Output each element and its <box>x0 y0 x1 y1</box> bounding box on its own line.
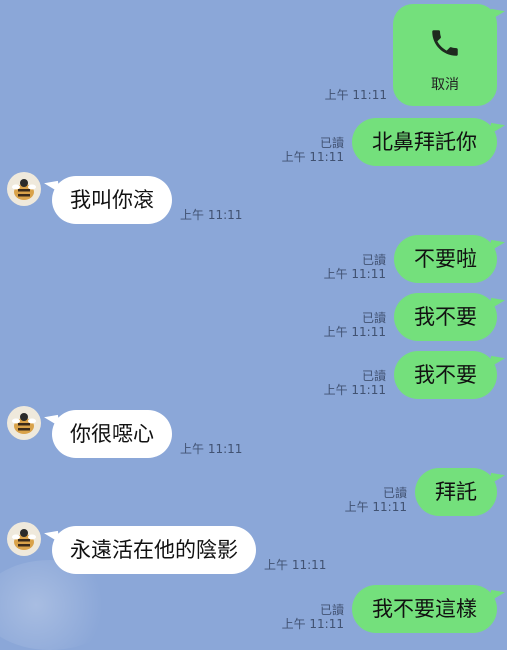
message-meta: 已讀 上午 11:11 <box>324 253 386 281</box>
avatar[interactable] <box>7 522 41 556</box>
message-bubble[interactable]: 永遠活在他的陰影 <box>52 526 256 574</box>
message-bubble[interactable]: 我叫你滾 <box>52 176 172 224</box>
avatar[interactable] <box>7 172 41 206</box>
chat-area[interactable]: 取消 上午 11:11 已讀 上午 11:11 北鼻拜託你 我叫你滾 上午 11… <box>0 0 507 650</box>
outgoing-message: 已讀 上午 11:11 拜託 <box>345 468 497 516</box>
incoming-message: 你很噁心 上午 11:11 <box>52 410 242 458</box>
message-time: 上午 11:11 <box>323 383 386 397</box>
message-time: 上午 11:11 <box>180 442 243 456</box>
read-receipt: 已讀 <box>319 603 344 617</box>
read-receipt: 已讀 <box>361 253 386 267</box>
message-bubble[interactable]: 我不要 <box>394 293 497 341</box>
message-bubble[interactable]: 你很噁心 <box>52 410 172 458</box>
outgoing-message: 已讀 上午 11:11 我不要這樣 <box>282 585 497 633</box>
message-meta: 已讀 上午 11:11 <box>345 486 407 514</box>
incoming-message: 我叫你滾 上午 11:11 <box>52 176 242 224</box>
outgoing-message: 已讀 上午 11:11 我不要 <box>324 351 497 399</box>
call-cancel-label: 取消 <box>431 77 459 93</box>
bee-avatar-icon <box>12 179 36 200</box>
phone-icon <box>432 30 458 56</box>
message-bubble[interactable]: 我不要這樣 <box>352 585 497 633</box>
incoming-message: 永遠活在他的陰影 上午 11:11 <box>52 526 326 574</box>
outgoing-message: 已讀 上午 11:11 北鼻拜託你 <box>282 118 497 166</box>
call-bubble[interactable]: 取消 <box>393 4 497 106</box>
message-time: 上午 11:11 <box>323 267 386 281</box>
outgoing-message: 已讀 上午 11:11 我不要 <box>324 293 497 341</box>
message-time: 上午 11:11 <box>344 500 407 514</box>
message-meta: 已讀 上午 11:11 <box>324 311 386 339</box>
bee-avatar-icon <box>12 529 36 550</box>
read-receipt: 已讀 <box>382 486 407 500</box>
message-meta: 已讀 上午 11:11 <box>282 603 344 631</box>
message-meta: 已讀 上午 11:11 <box>324 369 386 397</box>
message-time: 上午 11:11 <box>281 617 344 631</box>
read-receipt: 已讀 <box>319 136 344 150</box>
bee-avatar-icon <box>12 413 36 434</box>
message-time: 上午 11:11 <box>264 558 327 572</box>
message-time: 上午 11:11 <box>323 325 386 339</box>
message-bubble[interactable]: 北鼻拜託你 <box>352 118 497 166</box>
read-receipt: 已讀 <box>361 311 386 325</box>
outgoing-message: 已讀 上午 11:11 不要啦 <box>324 235 497 283</box>
message-bubble[interactable]: 拜託 <box>415 468 497 516</box>
message-time: 上午 11:11 <box>324 88 387 102</box>
avatar[interactable] <box>7 406 41 440</box>
message-time: 上午 11:11 <box>180 208 243 222</box>
message-meta: 已讀 上午 11:11 <box>282 136 344 164</box>
message-bubble[interactable]: 我不要 <box>394 351 497 399</box>
message-time: 上午 11:11 <box>281 150 344 164</box>
message-bubble[interactable]: 不要啦 <box>394 235 497 283</box>
read-receipt: 已讀 <box>361 369 386 383</box>
